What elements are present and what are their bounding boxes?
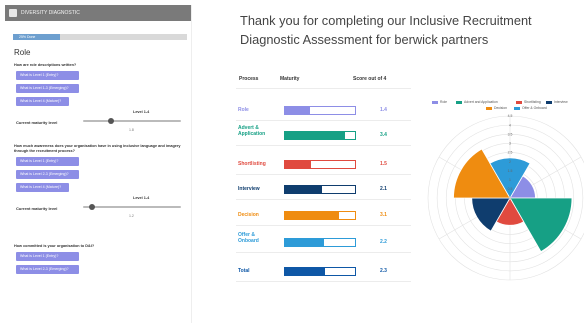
score-value: 2.1	[380, 186, 387, 192]
level-2-3-button[interactable]: What is Level 2-3 (Emerging)?	[16, 265, 79, 274]
level-1-button[interactable]: What is Level 1 (Entry)?	[16, 71, 79, 80]
brand-logo-icon	[9, 9, 17, 17]
radial-tick-label: 0	[509, 196, 511, 200]
slider-value: 1.8	[129, 128, 134, 132]
slider-value: 1.2	[129, 214, 134, 218]
process-label: Role	[238, 107, 249, 113]
legend-item[interactable]: Interview	[546, 100, 568, 104]
results-panel: Thank you for completing our Inclusive R…	[236, 0, 584, 323]
column-header-process: Process	[239, 76, 259, 82]
score-value: 1.5	[380, 161, 387, 167]
legend-item[interactable]: Advert and Application	[456, 100, 498, 104]
legend-label: Advert and Application	[464, 100, 498, 104]
row-divider	[236, 252, 411, 253]
progress-bar: 25% Done	[13, 34, 187, 40]
slider-label: Current maturity level	[16, 120, 58, 125]
maturity-bar	[284, 131, 356, 140]
legend-swatch	[456, 100, 462, 104]
maturity-slider-1: Level 1-4 Current maturity level 1.8	[5, 110, 191, 142]
row-divider	[236, 145, 411, 146]
question-2-text: How much awareness does your organisatio…	[14, 144, 181, 153]
maturity-bar	[284, 185, 356, 194]
legend-item[interactable]: Shortlisting	[516, 100, 541, 104]
row-divider	[236, 225, 411, 226]
radial-tick-label: 4	[509, 123, 511, 127]
legend-label: Shortlisting	[524, 100, 541, 104]
radial-tick-label: 2	[509, 160, 511, 164]
header-title: DIVERSITY DIAGNOSTIC	[21, 10, 80, 16]
maturity-bar-fill	[285, 239, 324, 246]
maturity-bar-fill	[285, 107, 310, 114]
score-value: 3.4	[380, 132, 387, 138]
radial-tick-label: 3.5	[508, 132, 513, 136]
section-title: Role	[14, 48, 31, 57]
maturity-bar	[284, 211, 356, 220]
level-1-button[interactable]: What is Level 1 (Entry)?	[16, 252, 79, 261]
row-divider	[236, 199, 411, 200]
legend-swatch	[516, 100, 522, 104]
slider-handle[interactable]	[107, 118, 114, 124]
score-value: 2.2	[380, 239, 387, 245]
level-2-3-button[interactable]: What is Level 1-3 (Emerging)?	[16, 84, 79, 93]
slider-handle[interactable]	[89, 204, 96, 210]
process-label: Interview	[238, 186, 260, 192]
slider-range-label: Level 1-4	[133, 196, 150, 200]
progress-label: 25% Done	[19, 35, 36, 39]
slider-track[interactable]	[83, 118, 181, 124]
maturity-bar	[284, 267, 356, 276]
process-label: Offer & Onboard	[238, 232, 259, 244]
maturity-bar-fill	[285, 212, 340, 219]
legend-item[interactable]: Role	[432, 100, 447, 104]
level-2-3-button[interactable]: What is Level 2-3 (Emerging)?	[16, 170, 79, 179]
level-1-button[interactable]: What is Level 1 (Entry)?	[16, 157, 79, 166]
score-value: 2.3	[380, 268, 387, 274]
question-1-text: How are role descriptions written?	[14, 63, 77, 67]
radial-tick-label: 0.5	[508, 187, 513, 191]
maturity-bar-fill	[285, 186, 322, 193]
polar-wedge	[509, 197, 573, 253]
maturity-bar-fill	[285, 268, 326, 275]
level-4-button[interactable]: What is Level 4 (Mature)?	[16, 97, 69, 106]
process-label: Shortlisting	[238, 161, 266, 167]
radial-tick-label: 3	[509, 142, 511, 146]
process-label: Decision	[238, 212, 259, 218]
maturity-bar-fill	[285, 161, 312, 168]
legend-label: Role	[440, 100, 447, 104]
score-value: 3.1	[380, 212, 387, 218]
radial-tick-label: 4.5	[508, 114, 513, 118]
row-divider	[236, 174, 411, 175]
row-divider	[236, 120, 411, 121]
slider-range-label: Level 1-4	[133, 110, 150, 114]
maturity-bar-fill	[285, 132, 345, 139]
score-value: 1.4	[380, 107, 387, 113]
legend-label: Interview	[554, 100, 568, 104]
process-label: Advert & Application	[238, 125, 266, 137]
level-4-button[interactable]: What is Level 4 (Mature)?	[16, 183, 69, 192]
radial-tick-label: 1.5	[508, 169, 513, 173]
maturity-bar	[284, 238, 356, 247]
maturity-bar	[284, 160, 356, 169]
legend-swatch	[546, 100, 552, 104]
app-header: DIVERSITY DIAGNOSTIC	[5, 5, 191, 21]
maturity-bar	[284, 106, 356, 115]
row-divider	[236, 281, 411, 282]
legend-swatch	[432, 100, 438, 104]
slider-label: Current maturity level	[16, 206, 58, 211]
column-header-score: Score out of 4	[353, 76, 387, 82]
polar-area-chart: 0 0.5 1 1.5 2 2.5 3 3.5 4 4.5	[427, 114, 584, 281]
column-header-maturity: Maturity	[280, 76, 300, 82]
radial-tick-label: 2.5	[508, 151, 513, 155]
slider-track[interactable]	[83, 204, 181, 210]
maturity-slider-2: Level 1-4 Current maturity level 1.2	[5, 196, 191, 228]
question-3-text: How committed is your organisation to D&…	[14, 244, 95, 248]
header-divider	[236, 88, 411, 89]
process-label: Total	[238, 268, 250, 274]
page-title: Thank you for completing our Inclusive R…	[240, 13, 532, 47]
questionnaire-panel: DIVERSITY DIAGNOSTIC 25% Done Role How a…	[5, 5, 192, 323]
radial-tick-label: 1	[509, 178, 511, 182]
